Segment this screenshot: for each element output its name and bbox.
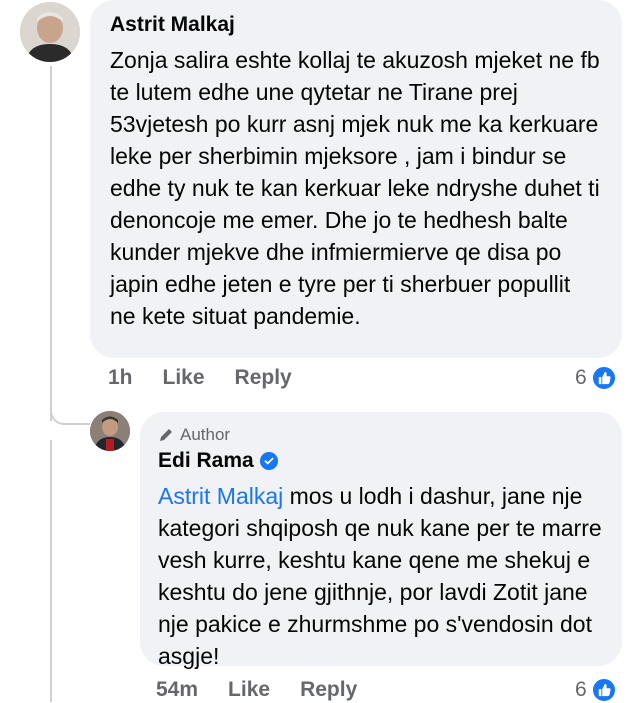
- thread-line-lower: [50, 440, 52, 702]
- like-button[interactable]: Like: [163, 366, 205, 390]
- like-reaction-icon: [590, 677, 617, 703]
- avatar[interactable]: [20, 2, 80, 62]
- reaction-count: 6: [575, 366, 587, 389]
- reply-timestamp[interactable]: 54m: [156, 678, 198, 702]
- author-badge: Author: [158, 424, 604, 446]
- thread-connector: [50, 395, 90, 425]
- comment-text: Zonja salira eshte kollaj te akuzosh mje…: [110, 47, 600, 329]
- like-reaction-icon: [590, 365, 617, 391]
- reply-text: Astrit Malkaj mos u lodh i dashur, jane …: [158, 480, 604, 672]
- reply-reaction-count: 6: [575, 678, 587, 701]
- author-badge-label: Author: [180, 425, 231, 444]
- reply-like-button[interactable]: Like: [228, 678, 270, 702]
- avatar-image: [20, 2, 80, 62]
- reply-reply-button[interactable]: Reply: [300, 678, 357, 702]
- reply-body: mos u lodh i dashur, jane nje kategori s…: [158, 483, 602, 669]
- reply-reaction-summary[interactable]: 6: [575, 677, 617, 703]
- reply-avatar-image: [90, 411, 130, 451]
- comment-bubble: Astrit Malkaj Zonja salira eshte kollaj …: [90, 0, 622, 358]
- comment-actions: 1h Like Reply: [108, 366, 322, 390]
- reply-avatar[interactable]: [90, 411, 130, 451]
- pencil-icon: [160, 429, 172, 441]
- reply-actions: 54m Like Reply: [156, 678, 387, 702]
- reply-bubble: Author Edi Rama Astrit Malkaj mos u lodh…: [140, 412, 622, 669]
- comment-timestamp[interactable]: 1h: [108, 366, 133, 390]
- verified-badge-icon: [259, 452, 278, 470]
- mention-link[interactable]: Astrit Malkaj: [158, 483, 283, 509]
- thread-line: [50, 66, 52, 421]
- reaction-summary[interactable]: 6: [575, 365, 617, 391]
- reply-author[interactable]: Edi Rama: [158, 448, 254, 474]
- comment-author[interactable]: Astrit Malkaj: [110, 12, 602, 38]
- reply-button[interactable]: Reply: [235, 366, 292, 390]
